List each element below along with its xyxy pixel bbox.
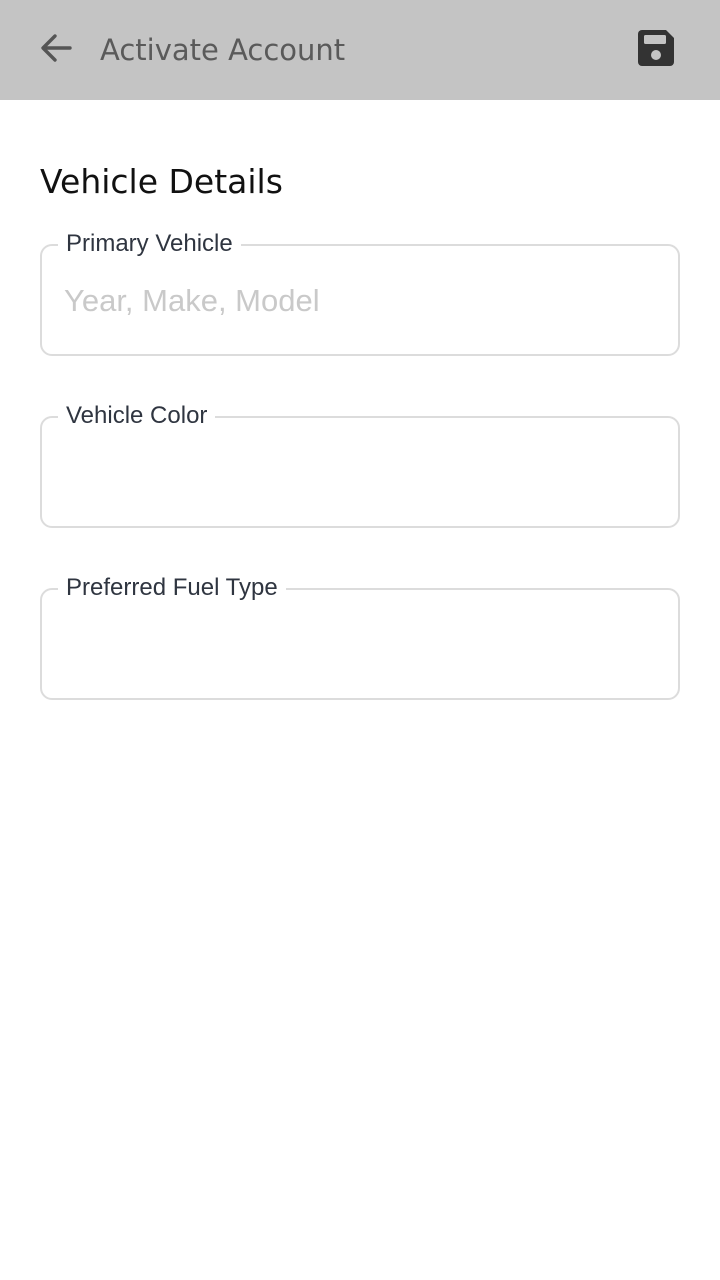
page-title: Activate Account bbox=[100, 33, 346, 67]
section-title: Vehicle Details bbox=[40, 162, 283, 201]
primary-vehicle-field: Primary Vehicle bbox=[40, 229, 680, 356]
vehicle-color-field: Vehicle Color bbox=[40, 401, 680, 528]
save-button[interactable] bbox=[630, 26, 682, 74]
preferred-fuel-type-label: Preferred Fuel Type bbox=[58, 573, 286, 603]
floppy-disk-icon bbox=[637, 29, 675, 72]
vehicle-color-label: Vehicle Color bbox=[58, 401, 216, 431]
preferred-fuel-type-field: Preferred Fuel Type bbox=[40, 573, 680, 700]
vehicle-color-input[interactable] bbox=[64, 448, 654, 498]
primary-vehicle-label: Primary Vehicle bbox=[58, 229, 241, 259]
preferred-fuel-type-input[interactable] bbox=[64, 620, 654, 670]
app-bar: Activate Account bbox=[0, 0, 720, 100]
back-button[interactable] bbox=[32, 26, 80, 74]
arrow-left-icon bbox=[38, 30, 74, 71]
primary-vehicle-input[interactable] bbox=[64, 276, 654, 326]
